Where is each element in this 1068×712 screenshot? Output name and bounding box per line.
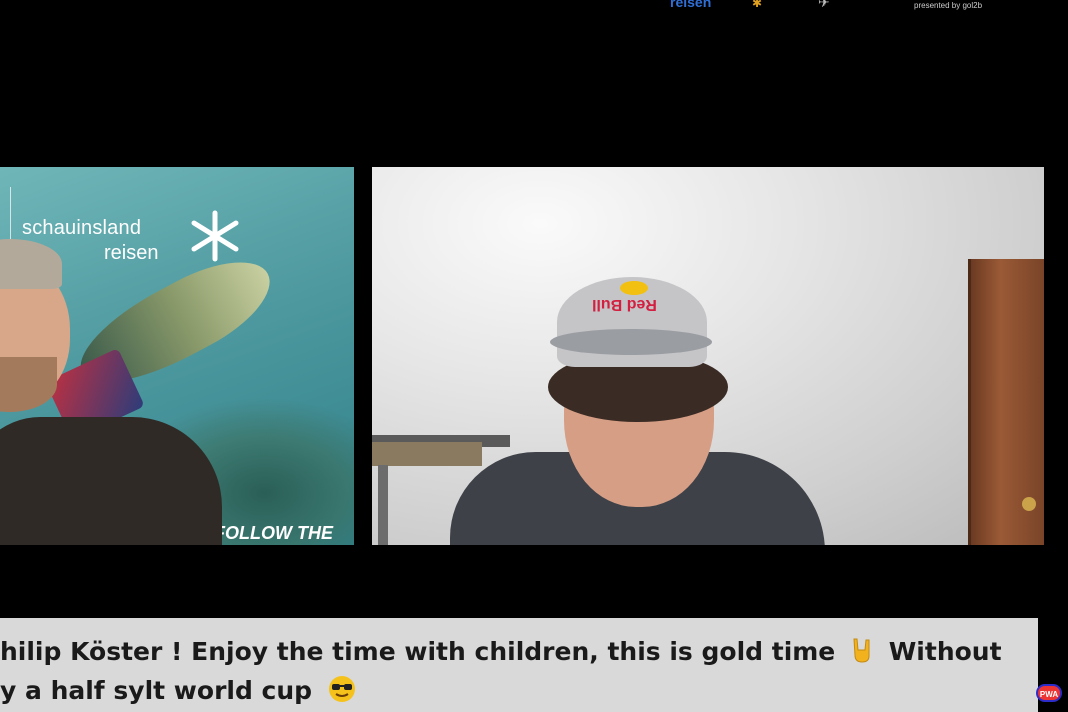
backdrop-banner-text: FOLLOW THE	[214, 523, 333, 543]
chat-line-1-text: hilip Köster ! Enjoy the time with child…	[0, 637, 836, 666]
chat-line-2: y a half sylt world cup	[0, 674, 357, 705]
sponsor-wing-icon: ✈	[818, 0, 830, 10]
snowflake-logo-icon	[191, 210, 239, 262]
brand-name-line1: schauinsland	[22, 217, 142, 239]
sunglasses-emoji	[328, 676, 355, 702]
chat-comment-banner: hilip Köster ! Enjoy the time with child…	[0, 618, 1038, 712]
video-tile-guest[interactable]: Red Bull	[372, 167, 1044, 545]
guest-cap-brim	[550, 329, 712, 355]
sign-of-horns-emoji	[853, 638, 870, 663]
chat-line-1-tail: Without	[888, 637, 1002, 666]
sponsor-presented-by: presented by gol2b	[914, 1, 983, 10]
brand-divider	[10, 187, 11, 247]
host-body	[0, 417, 222, 545]
shelf-leg	[378, 465, 388, 545]
sponsor-strip: reisen ✱ ✈ presented by gol2b	[0, 0, 1068, 14]
pwa-badge-icon: PWA	[1036, 684, 1062, 702]
chat-line-1: hilip Köster ! Enjoy the time with child…	[0, 636, 1002, 666]
cap-logo-text: Red Bull	[592, 296, 657, 313]
host-cap	[0, 239, 62, 289]
sponsor-logo-icon: ✱	[752, 0, 763, 10]
cap-sun-icon	[620, 281, 648, 295]
background-books	[372, 442, 482, 466]
video-tile-host[interactable]: schauinsland reisen FOLLOW THE	[0, 167, 354, 545]
host-beard	[0, 357, 57, 412]
brand-name-line2: reisen	[104, 242, 159, 264]
sponsor-reisen-text: reisen	[670, 0, 712, 10]
door-knob	[1022, 497, 1036, 511]
chat-line-2-text: y a half sylt world cup	[0, 676, 313, 705]
